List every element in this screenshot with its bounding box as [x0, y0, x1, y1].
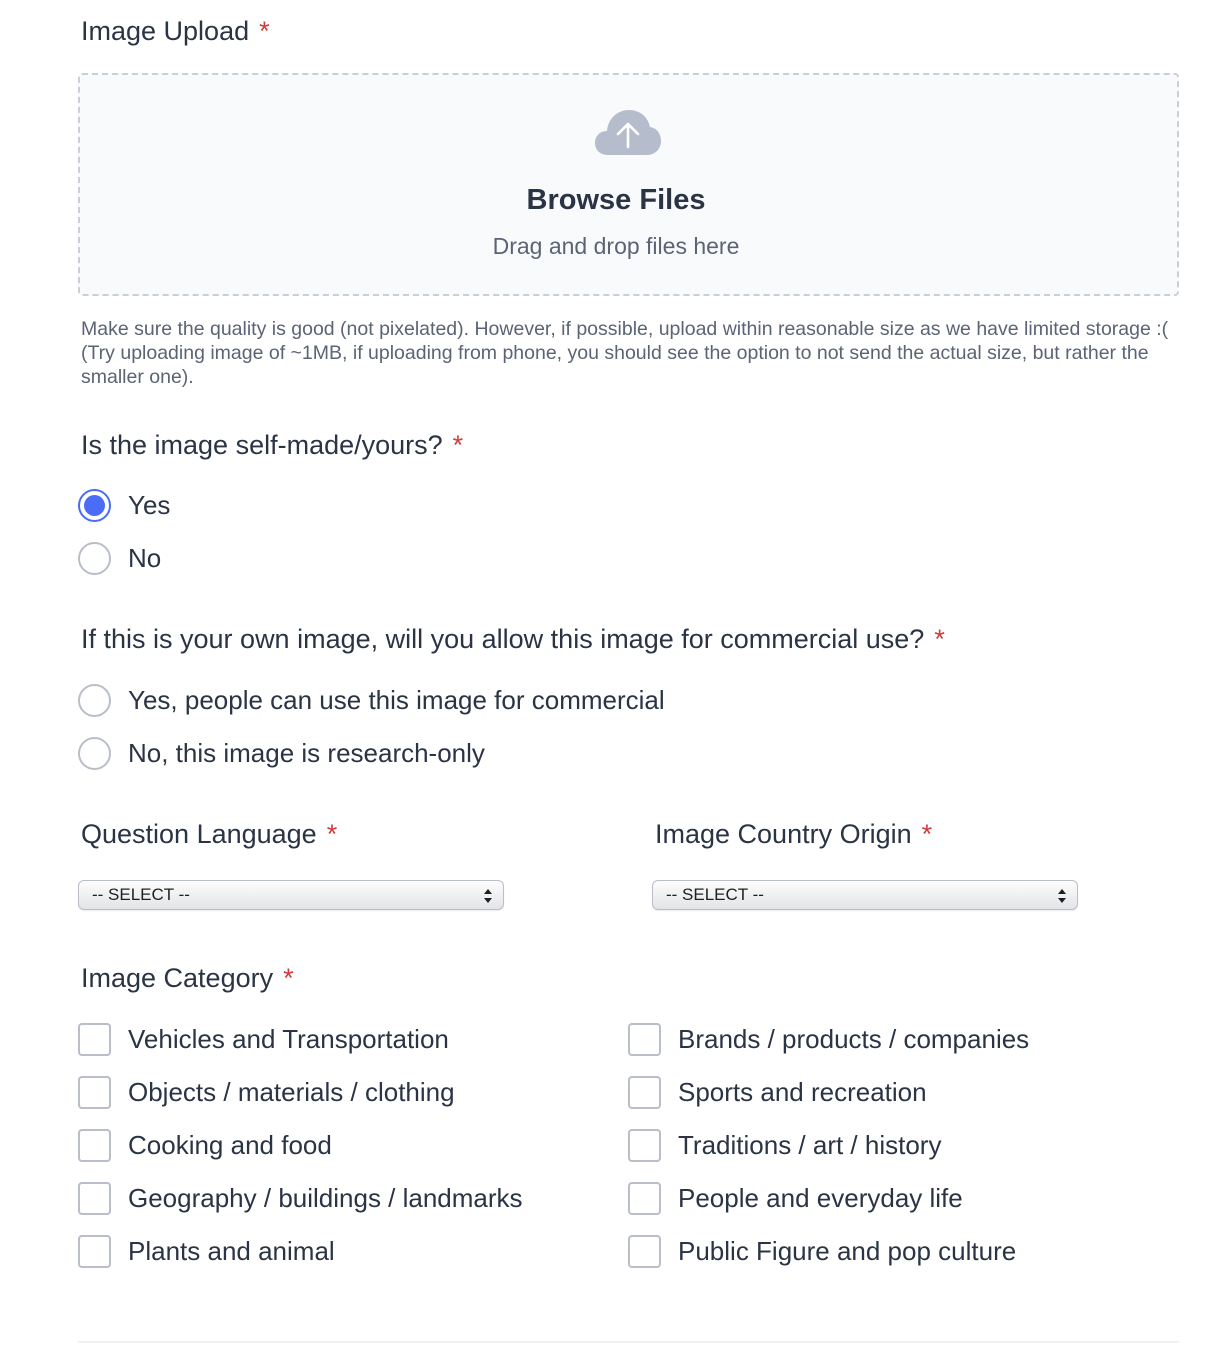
option-label: No [128, 542, 162, 573]
required-asterisk: * [934, 624, 945, 654]
category-option[interactable]: People and everyday life [628, 1181, 963, 1215]
option-label: Plants and animal [128, 1235, 335, 1266]
browse-files-button[interactable]: Browse Files [0, 184, 1232, 217]
self-made-question-text: Is the image self-made/yours? [81, 430, 443, 460]
option-label: Yes, people can use this image for comme… [128, 684, 665, 715]
select-value: -- SELECT -- [92, 885, 190, 904]
category-option[interactable]: Sports and recreation [628, 1075, 927, 1109]
option-label: Geography / buildings / landmarks [128, 1182, 523, 1213]
radio-button[interactable] [78, 541, 111, 575]
option-label: Vehicles and Transportation [128, 1023, 449, 1054]
option-label: Yes [128, 489, 171, 520]
image-category-label-text: Image Category [81, 963, 274, 993]
self-made-question: Is the image self-made/yours? * [81, 430, 463, 461]
checkbox[interactable] [628, 1128, 661, 1162]
checkbox[interactable] [628, 1181, 661, 1215]
radio-button-checked[interactable] [78, 488, 111, 522]
checkbox[interactable] [78, 1075, 111, 1109]
radio-button[interactable] [78, 683, 111, 717]
option-label: Traditions / art / history [678, 1129, 942, 1160]
cloud-upload-icon [595, 110, 661, 155]
category-option[interactable]: Public Figure and pop culture [628, 1234, 1016, 1268]
checkbox[interactable] [628, 1075, 661, 1109]
upload-help-text: Make sure the quality is good (not pixel… [81, 318, 1169, 388]
category-option[interactable]: Plants and animal [78, 1234, 335, 1268]
self-made-option-no[interactable]: No [78, 541, 161, 575]
commercial-use-question: If this is your own image, will you allo… [81, 624, 945, 655]
select-arrows-icon [484, 889, 492, 903]
image-upload-label-text: Image Upload [81, 16, 250, 46]
category-option[interactable]: Cooking and food [78, 1128, 332, 1162]
checkbox[interactable] [78, 1128, 111, 1162]
option-label: No, this image is research-only [128, 737, 485, 768]
select-value: -- SELECT -- [666, 885, 764, 904]
required-asterisk: * [452, 430, 464, 460]
country-origin-label-text: Image Country Origin [655, 819, 912, 849]
option-label: Cooking and food [128, 1129, 332, 1160]
category-option[interactable]: Brands / products / companies [628, 1022, 1029, 1056]
self-made-option-yes[interactable]: Yes [78, 488, 170, 522]
image-upload-label: Image Upload * [81, 16, 270, 47]
checkbox[interactable] [78, 1234, 111, 1268]
category-option[interactable]: Vehicles and Transportation [78, 1022, 449, 1056]
option-label: Brands / products / companies [678, 1023, 1030, 1054]
option-label: Objects / materials / clothing [128, 1076, 455, 1107]
drag-drop-hint: Drag and drop files here [492, 233, 740, 259]
checkbox[interactable] [78, 1022, 111, 1056]
country-origin-select[interactable]: -- SELECT -- [652, 880, 1078, 910]
image-category-label: Image Category * [81, 963, 294, 994]
option-label: Sports and recreation [678, 1076, 927, 1107]
question-language-select[interactable]: -- SELECT -- [78, 880, 504, 910]
checkbox[interactable] [78, 1181, 111, 1215]
commercial-use-question-text: If this is your own image, will you allo… [81, 624, 925, 654]
checkbox[interactable] [628, 1022, 661, 1056]
checkbox[interactable] [628, 1234, 661, 1268]
section-divider [78, 1341, 1179, 1343]
category-option[interactable]: Traditions / art / history [628, 1128, 941, 1162]
radio-button[interactable] [78, 736, 111, 770]
commercial-option-no[interactable]: No, this image is research-only [78, 736, 485, 770]
required-asterisk: * [259, 16, 270, 46]
required-asterisk: * [326, 819, 338, 849]
option-label: People and everyday life [678, 1182, 963, 1213]
required-asterisk: * [283, 963, 294, 993]
commercial-option-yes[interactable]: Yes, people can use this image for comme… [78, 683, 665, 717]
question-language-label-text: Question Language [81, 819, 317, 849]
option-label: Public Figure and pop culture [678, 1235, 1017, 1266]
country-origin-label: Image Country Origin * [655, 819, 932, 850]
required-asterisk: * [921, 819, 933, 849]
select-arrows-icon [1058, 889, 1066, 903]
category-option[interactable]: Objects / materials / clothing [78, 1075, 455, 1109]
question-language-label: Question Language * [81, 819, 337, 850]
category-option[interactable]: Geography / buildings / landmarks [78, 1181, 523, 1215]
